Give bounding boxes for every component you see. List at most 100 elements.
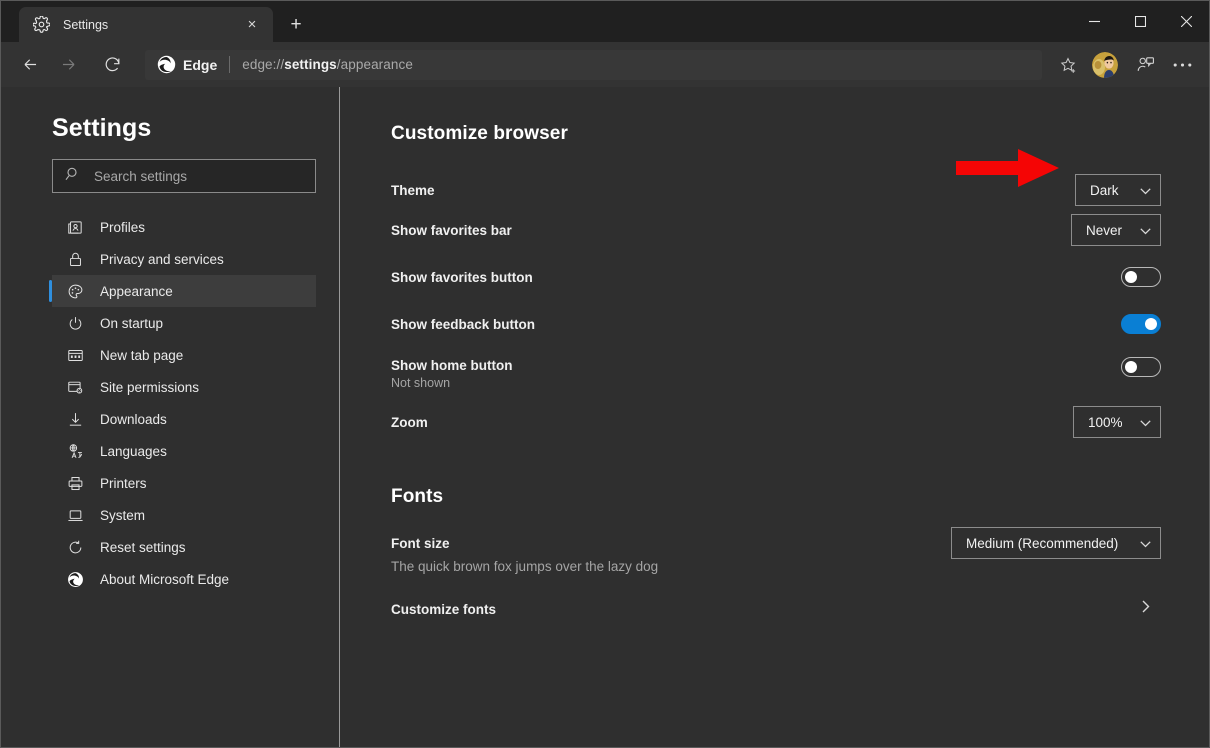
- tab-title: Settings: [63, 17, 109, 32]
- page-title: Settings: [52, 114, 152, 142]
- favorites-bar-value: Never: [1086, 222, 1123, 238]
- row-zoom: Zoom 100%: [391, 406, 1161, 438]
- profile-card-icon: [66, 218, 84, 236]
- close-window-icon[interactable]: [1163, 1, 1209, 42]
- edge-browser-window: Settings × + Edge edge://settings/appear…: [0, 0, 1210, 748]
- sidebar-item-label: System: [100, 507, 146, 523]
- toggle-knob: [1125, 271, 1137, 283]
- palette-icon: [66, 282, 84, 300]
- browser-toolbar: Edge edge://settings/appearance: [1, 42, 1209, 87]
- avatar[interactable]: [1092, 51, 1118, 78]
- sidebar-item-profiles[interactable]: Profiles: [52, 211, 316, 243]
- url-path: /appearance: [336, 57, 413, 72]
- theme-dropdown[interactable]: Dark: [1075, 174, 1161, 206]
- row-show-favorites-bar: Show favorites bar Never: [391, 214, 1161, 246]
- minimize-icon[interactable]: [1071, 1, 1117, 42]
- theme-label: Theme: [391, 182, 435, 198]
- row-show-favorites-button: Show favorites button: [391, 264, 1161, 290]
- reset-circular-arrow-icon: [66, 538, 84, 556]
- url-text: edge://settings/appearance: [242, 57, 413, 72]
- favorites-bar-dropdown[interactable]: Never: [1071, 214, 1161, 246]
- favorites-button-toggle[interactable]: [1121, 267, 1161, 287]
- home-button-sub: Not shown: [391, 376, 451, 390]
- favorites-bar-label: Show favorites bar: [391, 222, 512, 238]
- edge-logo-icon: [157, 55, 176, 74]
- printer-icon: [66, 474, 84, 492]
- omnibox-divider: [229, 56, 231, 73]
- home-button-label: Show home button: [391, 358, 513, 373]
- zoom-value: 100%: [1088, 414, 1123, 430]
- sidebar-item-downloads[interactable]: Downloads: [52, 403, 316, 435]
- sidebar-item-system[interactable]: System: [52, 499, 316, 531]
- sidebar-item-label: Reset settings: [100, 539, 186, 555]
- sidebar-item-reset-settings[interactable]: Reset settings: [52, 531, 316, 563]
- settings-sidebar: Settings Search settings Profiles Privac…: [1, 87, 340, 747]
- sidebar-item-new-tab-page[interactable]: New tab page: [52, 339, 316, 371]
- customize-browser-heading: Customize browser: [391, 123, 568, 144]
- row-theme: Theme Dark: [391, 174, 1161, 206]
- edge-brand-label: Edge: [183, 56, 218, 73]
- search-placeholder: Search settings: [94, 168, 188, 184]
- chevron-down-icon: [1140, 536, 1151, 551]
- toggle-knob: [1145, 318, 1157, 330]
- font-size-dropdown[interactable]: Medium (Recommended): [951, 527, 1161, 559]
- edge-logo-icon: [66, 570, 84, 588]
- zoom-label: Zoom: [391, 414, 428, 430]
- font-size-preview: The quick brown fox jumps over the lazy …: [391, 559, 659, 574]
- edge-site-badge: Edge: [157, 55, 217, 74]
- sidebar-item-site-permissions[interactable]: Site permissions: [52, 371, 316, 403]
- settings-content: Customize browser Theme Dark Show favori…: [340, 87, 1209, 747]
- sidebar-item-label: Languages: [100, 443, 167, 459]
- collections-icon[interactable]: [1128, 48, 1162, 82]
- new-tab-button[interactable]: +: [281, 9, 311, 39]
- zoom-dropdown[interactable]: 100%: [1073, 406, 1161, 438]
- favorites-button-label: Show favorites button: [391, 269, 533, 285]
- row-show-feedback-button: Show feedback button: [391, 311, 1161, 337]
- feedback-button-label: Show feedback button: [391, 316, 536, 332]
- sidebar-item-on-startup[interactable]: On startup: [52, 307, 316, 339]
- gear-icon: [32, 15, 51, 33]
- back-icon[interactable]: [13, 48, 47, 82]
- more-options-icon[interactable]: [1165, 48, 1199, 82]
- favorites-star-icon[interactable]: [1051, 48, 1085, 82]
- font-size-label: Font size: [391, 536, 450, 551]
- home-button-toggle[interactable]: [1121, 357, 1161, 377]
- new-tab-page-icon: [66, 346, 84, 364]
- forward-icon[interactable]: [51, 48, 85, 82]
- search-settings-box[interactable]: Search settings: [52, 159, 316, 193]
- sidebar-item-about-microsoft-edge[interactable]: About Microsoft Edge: [52, 563, 316, 595]
- sidebar-item-appearance[interactable]: Appearance: [49, 275, 316, 307]
- tab-strip: Settings × +: [1, 1, 1209, 42]
- theme-value: Dark: [1090, 182, 1119, 198]
- maximize-icon[interactable]: [1117, 1, 1163, 42]
- sidebar-item-languages[interactable]: Languages: [52, 435, 316, 467]
- row-font-size: Font size The quick brown fox jumps over…: [391, 527, 1161, 574]
- chevron-right-icon: [1142, 600, 1150, 618]
- sidebar-item-label: About Microsoft Edge: [100, 571, 230, 587]
- feedback-button-toggle[interactable]: [1121, 314, 1161, 334]
- sidebar-item-label: Downloads: [100, 411, 167, 427]
- search-icon: [65, 166, 81, 187]
- font-size-value: Medium (Recommended): [966, 535, 1119, 551]
- row-customize-fonts[interactable]: Customize fonts: [391, 596, 1161, 622]
- sidebar-item-privacy-and-services[interactable]: Privacy and services: [52, 243, 316, 275]
- sidebar-item-label: New tab page: [100, 347, 184, 363]
- sidebar-item-label: Appearance: [100, 283, 173, 299]
- power-icon: [66, 314, 84, 332]
- download-arrow-icon: [66, 410, 84, 428]
- address-bar[interactable]: Edge edge://settings/appearance: [145, 49, 1042, 80]
- settings-page: Settings Search settings Profiles Privac…: [1, 87, 1209, 747]
- sidebar-item-printers[interactable]: Printers: [52, 467, 316, 499]
- chevron-down-icon: [1140, 223, 1151, 238]
- refresh-icon[interactable]: [95, 48, 129, 82]
- chevron-down-icon: [1140, 415, 1151, 430]
- row-show-home-button: Show home button Not shown: [391, 357, 1161, 390]
- window-controls: [1071, 1, 1209, 42]
- chevron-down-icon: [1140, 183, 1151, 198]
- sidebar-item-label: On startup: [100, 315, 164, 331]
- url-prefix: edge://: [242, 57, 285, 72]
- sidebar-item-label: Site permissions: [100, 379, 200, 395]
- tab-settings[interactable]: Settings ×: [19, 7, 273, 42]
- close-icon[interactable]: ×: [241, 14, 263, 36]
- sidebar-nav-list: Profiles Privacy and services Appearance…: [1, 211, 339, 595]
